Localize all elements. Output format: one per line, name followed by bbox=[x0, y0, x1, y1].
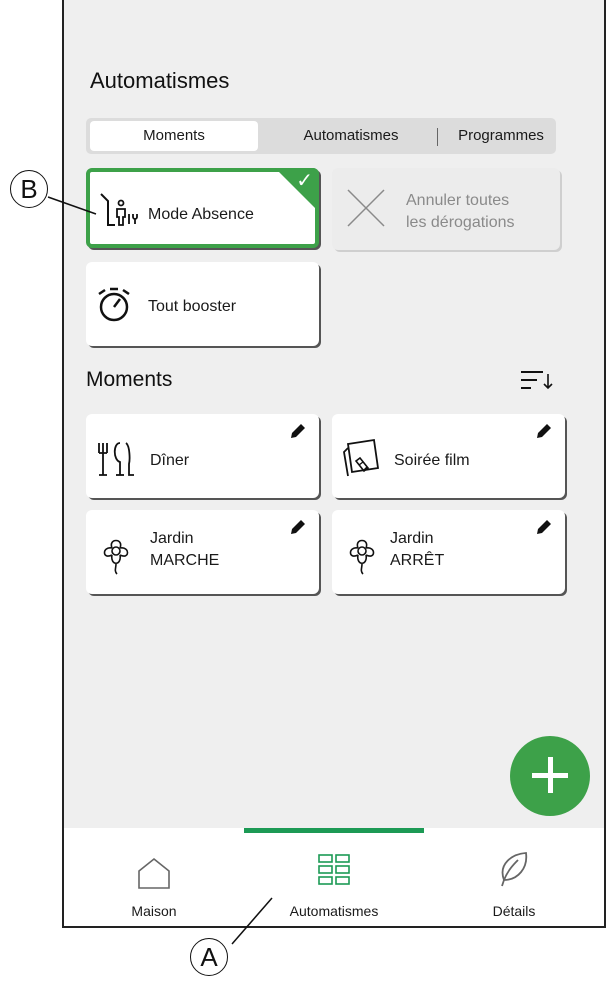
callout-b: B bbox=[10, 170, 48, 208]
callout-lines bbox=[47, 196, 273, 945]
callout-a: A bbox=[190, 938, 228, 976]
